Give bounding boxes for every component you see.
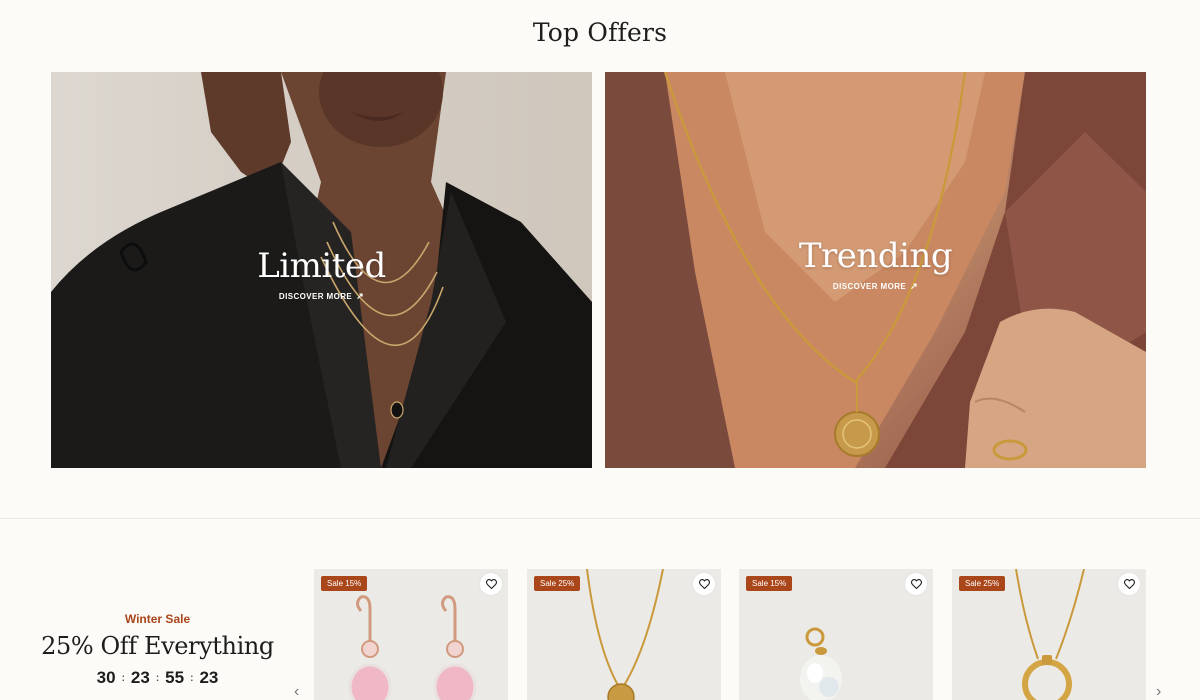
discover-more-link[interactable]: DISCOVER MORE ↗ [833,281,918,292]
countdown-separator: : [121,672,125,684]
arrow-up-right-icon: ↗ [910,281,919,291]
heart-icon [698,579,710,589]
wishlist-button[interactable] [905,573,927,595]
discover-more-label: DISCOVER MORE [278,292,353,301]
wishlist-button[interactable] [1118,573,1140,595]
product-card[interactable]: Sale 15% [739,569,933,700]
countdown-separator: : [190,672,194,684]
offer-title: Limited [257,246,386,286]
countdown-timer: 30 : 23 : 55 : 23 [40,668,275,688]
heart-icon [1123,579,1135,589]
carousel-prev-button[interactable]: ‹ [294,684,299,700]
countdown-seconds: 23 [199,668,219,687]
sale-badge: Sale 25% [534,576,581,591]
discover-more-label: DISCOVER MORE [832,282,907,291]
section-divider [0,518,1200,519]
wishlist-button[interactable] [480,573,502,595]
sale-badge: Sale 25% [959,576,1006,591]
sale-badge: Sale 15% [321,576,368,591]
winter-sale-block: Winter Sale 25% Off Everything 30 : 23 :… [40,612,275,688]
offer-banner-limited[interactable]: Limited DISCOVER MORE ↗ [51,72,592,468]
countdown-hours: 23 [130,668,150,687]
product-card[interactable]: Sale 25% [527,569,721,700]
offer-caption: Trending DISCOVER MORE ↗ [605,236,1146,294]
offer-caption: Limited DISCOVER MORE ↗ [51,246,592,304]
offer-banner-trending[interactable]: Trending DISCOVER MORE ↗ [605,72,1146,468]
product-card[interactable]: Sale 25% [952,569,1146,700]
wishlist-button[interactable] [693,573,715,595]
sale-headline: 25% Off Everything [41,632,274,660]
sale-eyebrow: Winter Sale [124,612,191,626]
heart-icon [910,579,922,589]
heart-icon [485,579,497,589]
sale-badge: Sale 15% [746,576,793,591]
carousel-next-button[interactable]: › [1156,684,1161,700]
product-card[interactable]: Sale 15% [314,569,508,700]
offer-title: Trending [798,236,953,276]
arrow-up-right-icon: ↗ [356,291,365,301]
countdown-minutes: 55 [165,668,185,687]
countdown-days: 30 [96,668,116,687]
section-title: Top Offers [532,18,668,47]
discover-more-link[interactable]: DISCOVER MORE ↗ [279,291,364,302]
countdown-separator: : [155,672,160,684]
